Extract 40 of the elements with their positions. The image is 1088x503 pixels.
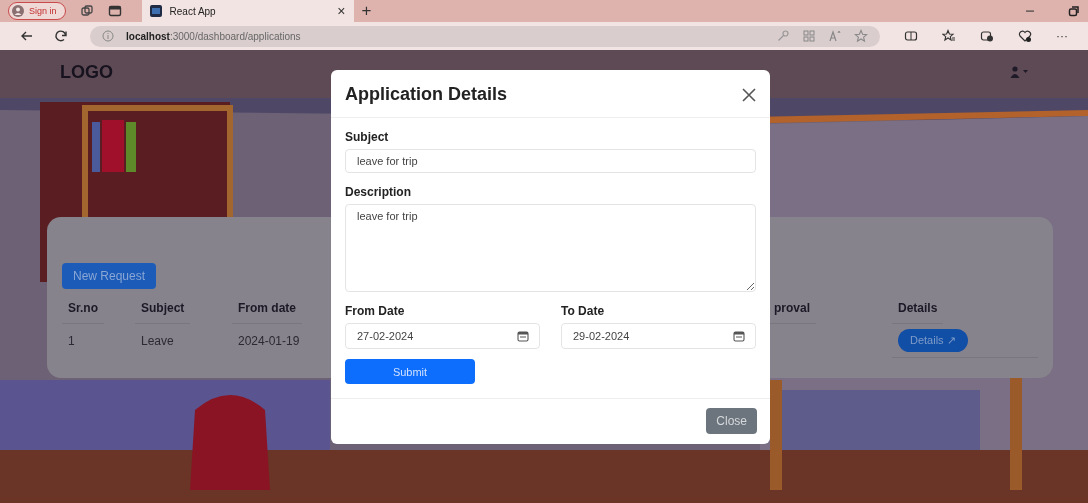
column-header: From date xyxy=(232,293,302,324)
star-icon[interactable] xyxy=(854,29,868,43)
calendar-icon[interactable] xyxy=(517,330,529,342)
date-field[interactable]: 29-02-2024 xyxy=(561,323,756,349)
workspaces-icon[interactable] xyxy=(79,4,94,18)
column-header: Sr.no xyxy=(62,293,104,324)
browser-tab[interactable]: React App × xyxy=(141,0,354,22)
info-icon xyxy=(102,30,114,42)
profile-icon xyxy=(12,5,24,17)
tab-title: React App xyxy=(169,5,217,17)
tab-close-button[interactable]: × xyxy=(337,3,346,19)
field-label: Description xyxy=(345,185,412,199)
table-cell-text: 2024-01-19 xyxy=(237,333,301,350)
date-field[interactable]: 27-02-2024 xyxy=(345,323,540,349)
favorites-icon[interactable] xyxy=(942,29,956,43)
app-icon xyxy=(149,5,162,17)
table-cell-text: 1 xyxy=(67,333,76,350)
column-header: Details xyxy=(892,293,944,324)
new-tab-button[interactable]: + xyxy=(361,1,372,21)
sign-in-button[interactable]: Sign in xyxy=(8,2,66,20)
column-header: Subject xyxy=(135,293,191,324)
description-field[interactable]: leave for trip xyxy=(345,204,756,292)
tab-actions-icon[interactable] xyxy=(107,4,122,18)
subject-field[interactable]: leave for trip xyxy=(345,149,756,173)
address-bar[interactable]: localhost:3000/dashboard/applications xyxy=(90,25,880,47)
collections-icon[interactable] xyxy=(980,29,994,43)
close-icon[interactable] xyxy=(742,87,756,102)
more-button[interactable]: ··· xyxy=(1056,29,1068,43)
restore-icon[interactable] xyxy=(1068,5,1080,17)
calendar-icon[interactable] xyxy=(733,330,745,342)
heart-icon[interactable] xyxy=(1018,29,1032,43)
field-label: From Date xyxy=(345,304,406,318)
field-label: Subject xyxy=(345,130,390,144)
dialog-title: Application Details xyxy=(345,84,508,105)
split-screen-icon[interactable] xyxy=(904,29,918,43)
url-text: localhost:3000/dashboard/applications xyxy=(126,30,301,42)
back-icon[interactable] xyxy=(20,29,34,43)
reload-icon[interactable] xyxy=(54,29,68,43)
field-label: To Date xyxy=(561,304,606,318)
table-cell-text: Leave xyxy=(140,333,175,350)
